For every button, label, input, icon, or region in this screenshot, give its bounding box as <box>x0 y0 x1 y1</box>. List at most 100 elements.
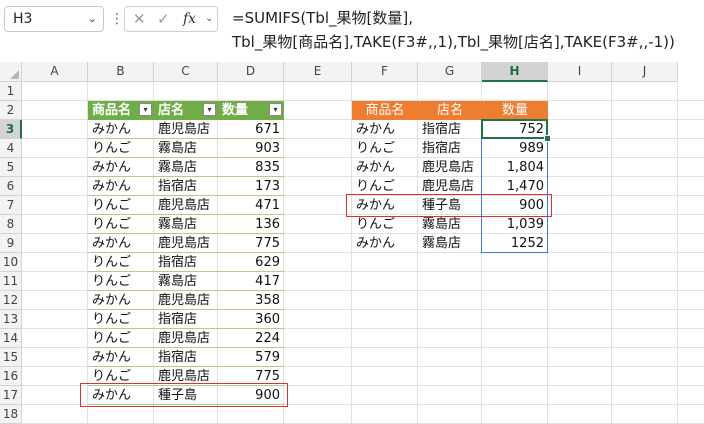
left-table-cell[interactable]: 136 <box>218 215 284 234</box>
left-table-cell[interactable]: 775 <box>218 234 284 253</box>
left-table-cell[interactable]: みかん <box>88 234 154 253</box>
right-table-cell[interactable]: 指宿店 <box>418 120 482 139</box>
gridline-vertical <box>611 82 612 424</box>
left-table-header-cell[interactable]: 商品名 ▾ <box>88 101 154 120</box>
column-header-h[interactable]: H <box>482 62 548 82</box>
left-table-cell[interactable]: 671 <box>218 120 284 139</box>
left-table-cell[interactable]: 霧島店 <box>154 272 218 291</box>
column-header-g[interactable]: G <box>418 62 482 82</box>
row-header-16[interactable]: 16 <box>0 367 22 386</box>
row-header-9[interactable]: 9 <box>0 234 22 253</box>
right-table-header-cell[interactable]: 商品名 <box>352 101 418 120</box>
row-header-15[interactable]: 15 <box>0 348 22 367</box>
left-table-cell[interactable]: 835 <box>218 158 284 177</box>
row-header-8[interactable]: 8 <box>0 215 22 234</box>
right-table-header-cell[interactable]: 数量 <box>482 101 548 120</box>
row-header-10[interactable]: 10 <box>0 253 22 272</box>
left-table-cell[interactable]: 霧島店 <box>154 139 218 158</box>
insert-function-icon[interactable]: fx <box>183 11 196 27</box>
column-header-c[interactable]: C <box>154 62 218 82</box>
row-header-11[interactable]: 11 <box>0 272 22 291</box>
filter-dropdown-icon[interactable]: ▾ <box>203 103 216 116</box>
chevron-down-icon[interactable]: ⌄ <box>205 13 213 24</box>
filter-dropdown-icon[interactable]: ▾ <box>139 103 152 116</box>
left-table-cell[interactable]: 224 <box>218 329 284 348</box>
left-table-cell[interactable]: 903 <box>218 139 284 158</box>
chevron-down-icon[interactable]: ⌄ <box>88 7 97 31</box>
left-table-cell[interactable]: 霧島店 <box>154 158 218 177</box>
left-table-cell[interactable]: 鹿児島店 <box>154 291 218 310</box>
filter-dropdown-icon[interactable]: ▾ <box>269 103 282 116</box>
highlight-box-right <box>346 194 552 217</box>
column-header-d[interactable]: D <box>218 62 284 82</box>
cancel-icon[interactable]: ✕ <box>133 10 146 28</box>
left-table-cell[interactable]: みかん <box>88 120 154 139</box>
left-table-cell[interactable]: りんご <box>88 310 154 329</box>
more-options-icon[interactable]: ⋮ <box>110 6 124 32</box>
left-table-cell[interactable]: 579 <box>218 348 284 367</box>
row-header-6[interactable]: 6 <box>0 177 22 196</box>
left-table-cell[interactable]: みかん <box>88 291 154 310</box>
column-header-f[interactable]: F <box>352 62 418 82</box>
column-header-e[interactable]: E <box>284 62 352 82</box>
left-table-cell[interactable]: 鹿児島店 <box>154 196 218 215</box>
left-table-cell[interactable]: 指宿店 <box>154 253 218 272</box>
name-box-value: H3 <box>13 11 33 27</box>
left-table-cell[interactable]: 指宿店 <box>154 348 218 367</box>
row-header-12[interactable]: 12 <box>0 291 22 310</box>
left-table-cell[interactable]: 鹿児島店 <box>154 120 218 139</box>
left-table-cell[interactable]: りんご <box>88 215 154 234</box>
left-table-cell[interactable]: 鹿児島店 <box>154 234 218 253</box>
column-header-b[interactable]: B <box>88 62 154 82</box>
row-header-5[interactable]: 5 <box>0 158 22 177</box>
left-table-cell[interactable]: 霧島店 <box>154 215 218 234</box>
left-table-cell[interactable]: 鹿児島店 <box>154 329 218 348</box>
left-table-cell[interactable]: りんご <box>88 329 154 348</box>
left-table-cell[interactable]: りんご <box>88 272 154 291</box>
left-table-cell[interactable]: りんご <box>88 196 154 215</box>
right-table-cell[interactable]: みかん <box>352 234 418 253</box>
left-table-header-cell[interactable]: 店名 ▾ <box>154 101 218 120</box>
active-cell[interactable] <box>481 119 548 139</box>
row-header-4[interactable]: 4 <box>0 139 22 158</box>
confirm-icon[interactable]: ✓ <box>157 10 170 28</box>
left-table-cell[interactable]: りんご <box>88 253 154 272</box>
fill-handle[interactable] <box>544 135 551 142</box>
left-table-cell[interactable]: りんご <box>88 139 154 158</box>
left-table-cell[interactable]: 173 <box>218 177 284 196</box>
right-table-cell[interactable]: みかん <box>352 120 418 139</box>
column-header-a[interactable]: A <box>22 62 88 82</box>
left-table-cell[interactable]: 指宿店 <box>154 177 218 196</box>
left-table-cell[interactable]: 629 <box>218 253 284 272</box>
right-table-header-cell[interactable]: 店名 <box>418 101 482 120</box>
left-table-cell[interactable]: みかん <box>88 177 154 196</box>
left-table-cell[interactable]: 471 <box>218 196 284 215</box>
row-header-2[interactable]: 2 <box>0 101 22 120</box>
row-header-17[interactable]: 17 <box>0 386 22 405</box>
row-header-3[interactable]: 3 <box>0 120 22 139</box>
left-table-header-cell[interactable]: 数量 ▾ <box>218 101 284 120</box>
right-table-cell[interactable]: 鹿児島店 <box>418 158 482 177</box>
right-table-cell[interactable]: りんご <box>352 139 418 158</box>
column-header-j[interactable]: J <box>612 62 678 82</box>
right-table-cell[interactable]: 指宿店 <box>418 139 482 158</box>
column-header-i[interactable]: I <box>548 62 612 82</box>
formula-input[interactable]: =SUMIFS(Tbl_果物[数量], Tbl_果物[商品名],TAKE(F3#… <box>222 6 702 56</box>
row-header-13[interactable]: 13 <box>0 310 22 329</box>
right-table-cell[interactable]: りんご <box>352 215 418 234</box>
row-header-18[interactable]: 18 <box>0 405 22 424</box>
left-table-cell[interactable]: 417 <box>218 272 284 291</box>
left-table-cell[interactable]: みかん <box>88 348 154 367</box>
row-header-14[interactable]: 14 <box>0 329 22 348</box>
left-table-cell[interactable]: 360 <box>218 310 284 329</box>
name-box[interactable]: H3 ⌄ <box>4 6 104 32</box>
select-all-corner[interactable] <box>0 62 22 82</box>
right-table-cell[interactable]: 霧島店 <box>418 215 482 234</box>
right-table-cell[interactable]: みかん <box>352 158 418 177</box>
row-header-7[interactable]: 7 <box>0 196 22 215</box>
left-table-cell[interactable]: みかん <box>88 158 154 177</box>
left-table-cell[interactable]: 358 <box>218 291 284 310</box>
right-table-cell[interactable]: 霧島店 <box>418 234 482 253</box>
left-table-cell[interactable]: 指宿店 <box>154 310 218 329</box>
row-header-1[interactable]: 1 <box>0 82 22 101</box>
